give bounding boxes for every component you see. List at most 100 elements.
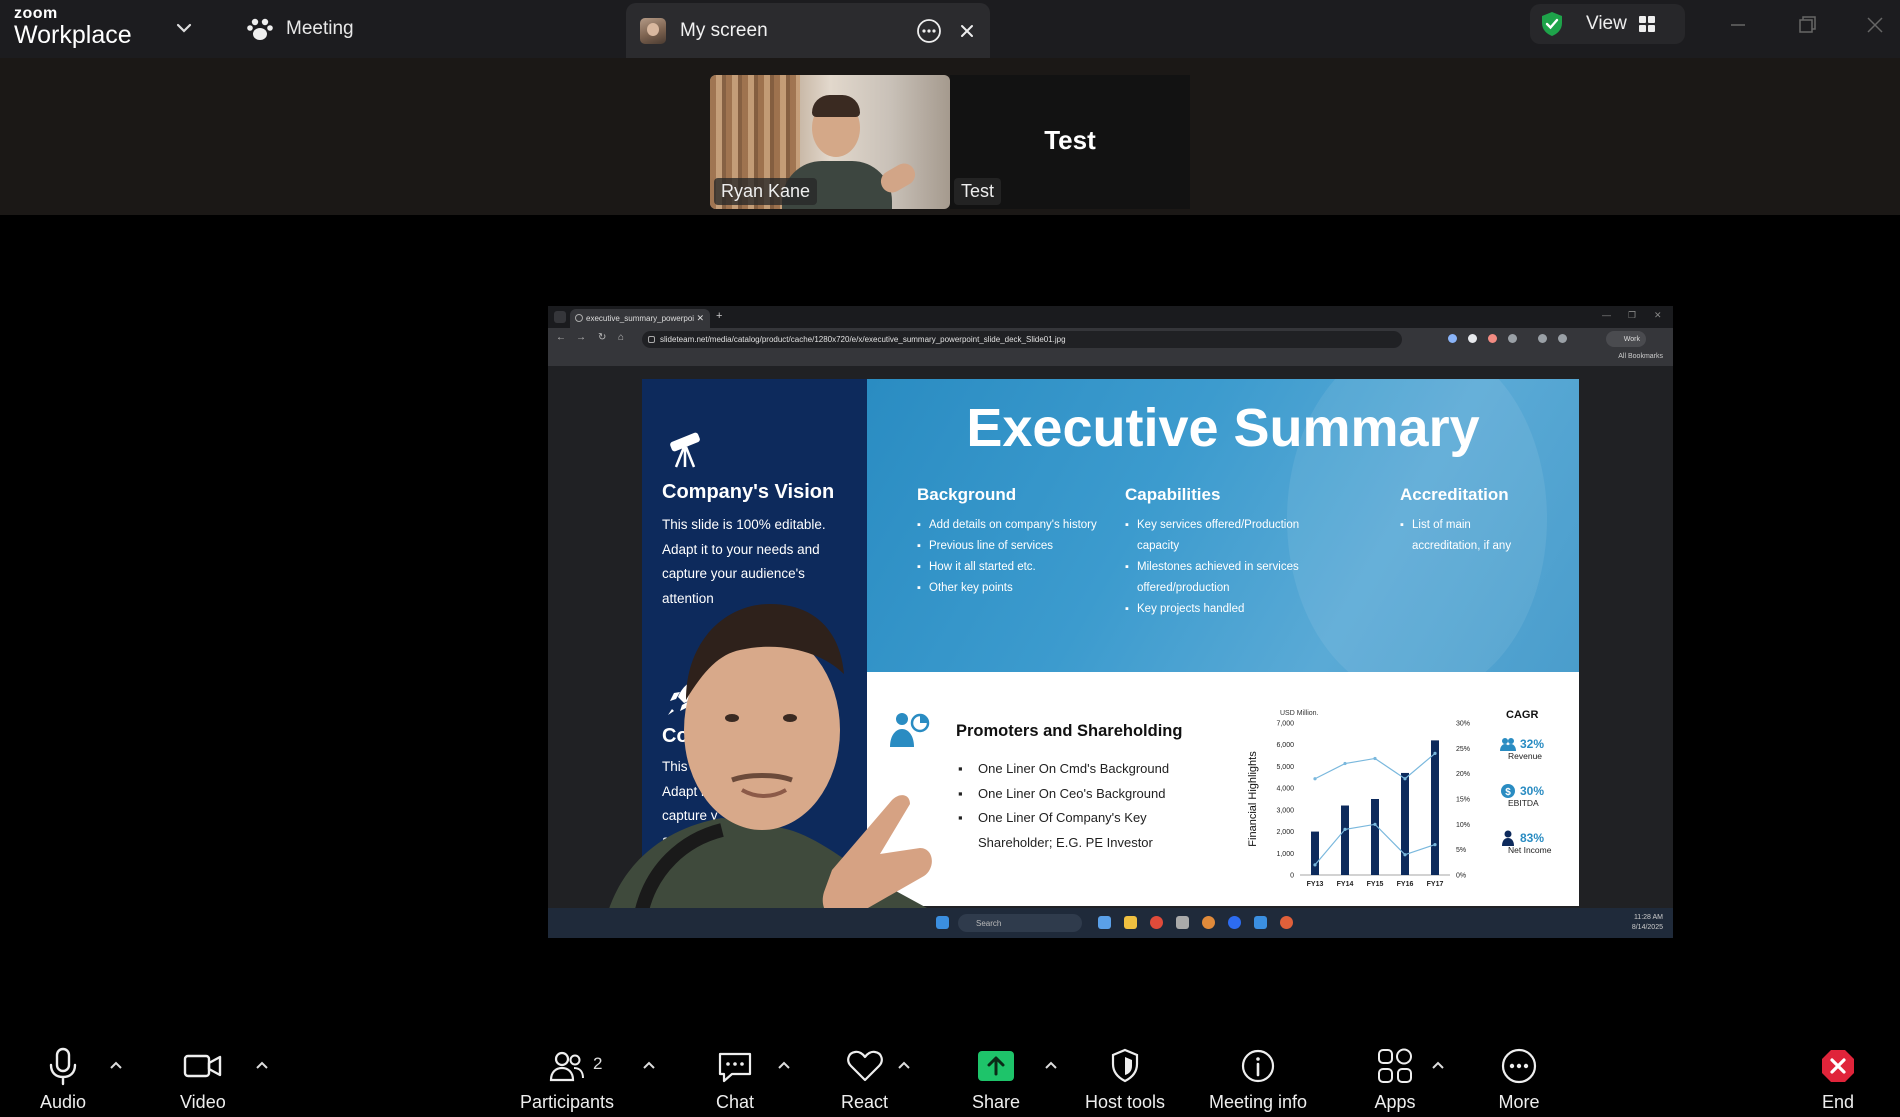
profile-chip: Work xyxy=(1606,331,1646,347)
minimize-icon[interactable] xyxy=(1725,12,1751,38)
share-label: Share xyxy=(972,1092,1021,1112)
y-tick-label: 7,000 xyxy=(1276,721,1294,728)
audio-options-caret-icon[interactable] xyxy=(108,1058,124,1074)
cagr-value: 30% xyxy=(1520,784,1545,798)
y-tick-label: 5,000 xyxy=(1276,764,1294,771)
apps-label: Apps xyxy=(1374,1092,1416,1112)
background-column: Background Add details on company's hist… xyxy=(917,485,1107,599)
react-label: React xyxy=(841,1092,889,1112)
chat-button[interactable]: Chat xyxy=(714,1046,756,1113)
chrome-icon xyxy=(1280,916,1293,929)
participant-hair xyxy=(812,95,860,117)
bookmarks-bar: All Bookmarks xyxy=(548,350,1673,366)
promoters-heading: Promoters and Shareholding xyxy=(956,722,1183,740)
participants-options-caret-icon[interactable] xyxy=(641,1058,657,1074)
participant-name-tag: Ryan Kane xyxy=(714,178,818,205)
chat-options-caret-icon[interactable] xyxy=(776,1058,792,1074)
telescope-icon xyxy=(670,432,700,468)
close-icon[interactable] xyxy=(956,20,978,42)
line-point xyxy=(1373,822,1377,826)
host-shield-icon xyxy=(1111,1048,1139,1083)
investor-icon xyxy=(1502,830,1514,846)
meeting-controls: Audio Video Participants 2 Chat React Sh… xyxy=(0,1030,1900,1117)
react-options-caret-icon[interactable] xyxy=(896,1058,912,1074)
y2-tick-label: 15% xyxy=(1456,797,1470,804)
windows-start-icon xyxy=(936,916,949,929)
microphone-icon xyxy=(49,1047,77,1086)
bar xyxy=(1371,799,1379,875)
apps-options-caret-icon[interactable] xyxy=(1430,1058,1446,1074)
browser-toolbar: ← → ↻ ⌂ slideteam.net/media/catalog/prod… xyxy=(548,328,1673,350)
audio-button[interactable]: Audio xyxy=(40,1046,86,1113)
cagr-revenue: 32% Revenue xyxy=(1498,737,1578,761)
bar xyxy=(1341,805,1349,875)
y-tick-label: 3,000 xyxy=(1276,807,1294,814)
extension-icon xyxy=(1448,334,1457,343)
more-button[interactable]: More xyxy=(1498,1046,1540,1113)
my-screen-tab[interactable]: My screen xyxy=(626,3,990,58)
participants-label: Participants xyxy=(520,1092,615,1112)
browser-minimize-icon: — xyxy=(1602,310,1611,320)
share-button[interactable]: Share xyxy=(972,1046,1020,1113)
chevron-down-icon[interactable] xyxy=(172,16,196,40)
heart-icon xyxy=(846,1050,883,1082)
list-item: Milestones achieved in services offered/… xyxy=(1125,557,1315,599)
new-tab-icon: + xyxy=(716,310,723,322)
grid-view-icon xyxy=(1638,16,1655,32)
line-point xyxy=(1433,843,1437,847)
y-tick-label: 4,000 xyxy=(1276,786,1294,793)
host-tools-button[interactable]: Host tools xyxy=(1085,1046,1165,1113)
end-call-icon xyxy=(1822,1050,1854,1082)
apps-button[interactable]: Apps xyxy=(1374,1046,1416,1113)
view-button[interactable]: View xyxy=(1530,4,1685,44)
dollar-coin-icon: $ xyxy=(1501,784,1515,798)
line-point xyxy=(1373,756,1377,761)
taskbar-time: 11:28 AM xyxy=(1633,914,1663,921)
zoom-app-icon xyxy=(1228,916,1241,929)
video-tile-ryan[interactable]: Ryan Kane xyxy=(710,75,950,209)
more-options-icon[interactable] xyxy=(916,18,942,44)
chat-bubble-icon xyxy=(718,1052,752,1083)
video-options-caret-icon[interactable] xyxy=(254,1058,270,1074)
y-tick-label: 0 xyxy=(1290,873,1294,880)
cagr-heading: CAGR xyxy=(1506,709,1539,721)
folder-icon xyxy=(1124,916,1137,929)
avatar xyxy=(640,17,666,44)
extension-icon xyxy=(1468,334,1477,343)
chart-title: USD Million. xyxy=(1280,710,1319,717)
restore-icon[interactable] xyxy=(1794,12,1820,38)
react-button[interactable]: React xyxy=(841,1046,888,1113)
bar xyxy=(1401,772,1409,875)
financial-highlights-chart: USD Million. Financial Highlights 7,000 6,0… xyxy=(1247,710,1470,888)
site-info-icon xyxy=(648,336,655,343)
meeting-tab[interactable]: Meeting xyxy=(246,12,354,46)
promoters-list: One Liner On Cmd's Background One Liner … xyxy=(956,757,1186,855)
participants-count: 2 xyxy=(593,1054,603,1073)
video-tile-test[interactable]: Test Test xyxy=(950,75,1190,209)
share-options-caret-icon[interactable] xyxy=(1043,1058,1059,1074)
revenue-people-icon xyxy=(1500,738,1516,751)
window-close-icon[interactable] xyxy=(1862,12,1888,38)
end-meeting-button[interactable]: End xyxy=(1817,1046,1859,1113)
slide-title: Executive Summary xyxy=(966,398,1480,458)
presenter-video-overlay xyxy=(602,604,982,938)
video-button[interactable]: Video xyxy=(180,1046,226,1113)
cagr-label: Net Income xyxy=(1508,845,1552,855)
end-label: End xyxy=(1821,1092,1855,1112)
participants-icon xyxy=(549,1051,585,1082)
bar xyxy=(1311,831,1319,875)
windows-taskbar: Search 11:28 AM 8/14/2025 xyxy=(548,908,1673,938)
taskbar-search: Search xyxy=(958,914,1082,932)
cagr-net-income: 83% Net Income xyxy=(1498,830,1578,855)
background-heading: Background xyxy=(917,485,1017,504)
meeting-info-button[interactable]: Meeting info xyxy=(1209,1046,1307,1113)
download-icon xyxy=(1538,334,1547,343)
meeting-info-label: Meeting info xyxy=(1209,1092,1308,1112)
participant-name-tag: Test xyxy=(954,178,1002,205)
x-tick-label: FY16 xyxy=(1397,881,1414,888)
app-icon xyxy=(1176,916,1189,929)
all-bookmarks: All Bookmarks xyxy=(1618,353,1663,360)
info-icon xyxy=(1241,1049,1275,1083)
line-point xyxy=(1403,777,1407,781)
list-item: List of main accreditation, if any xyxy=(1400,515,1540,557)
